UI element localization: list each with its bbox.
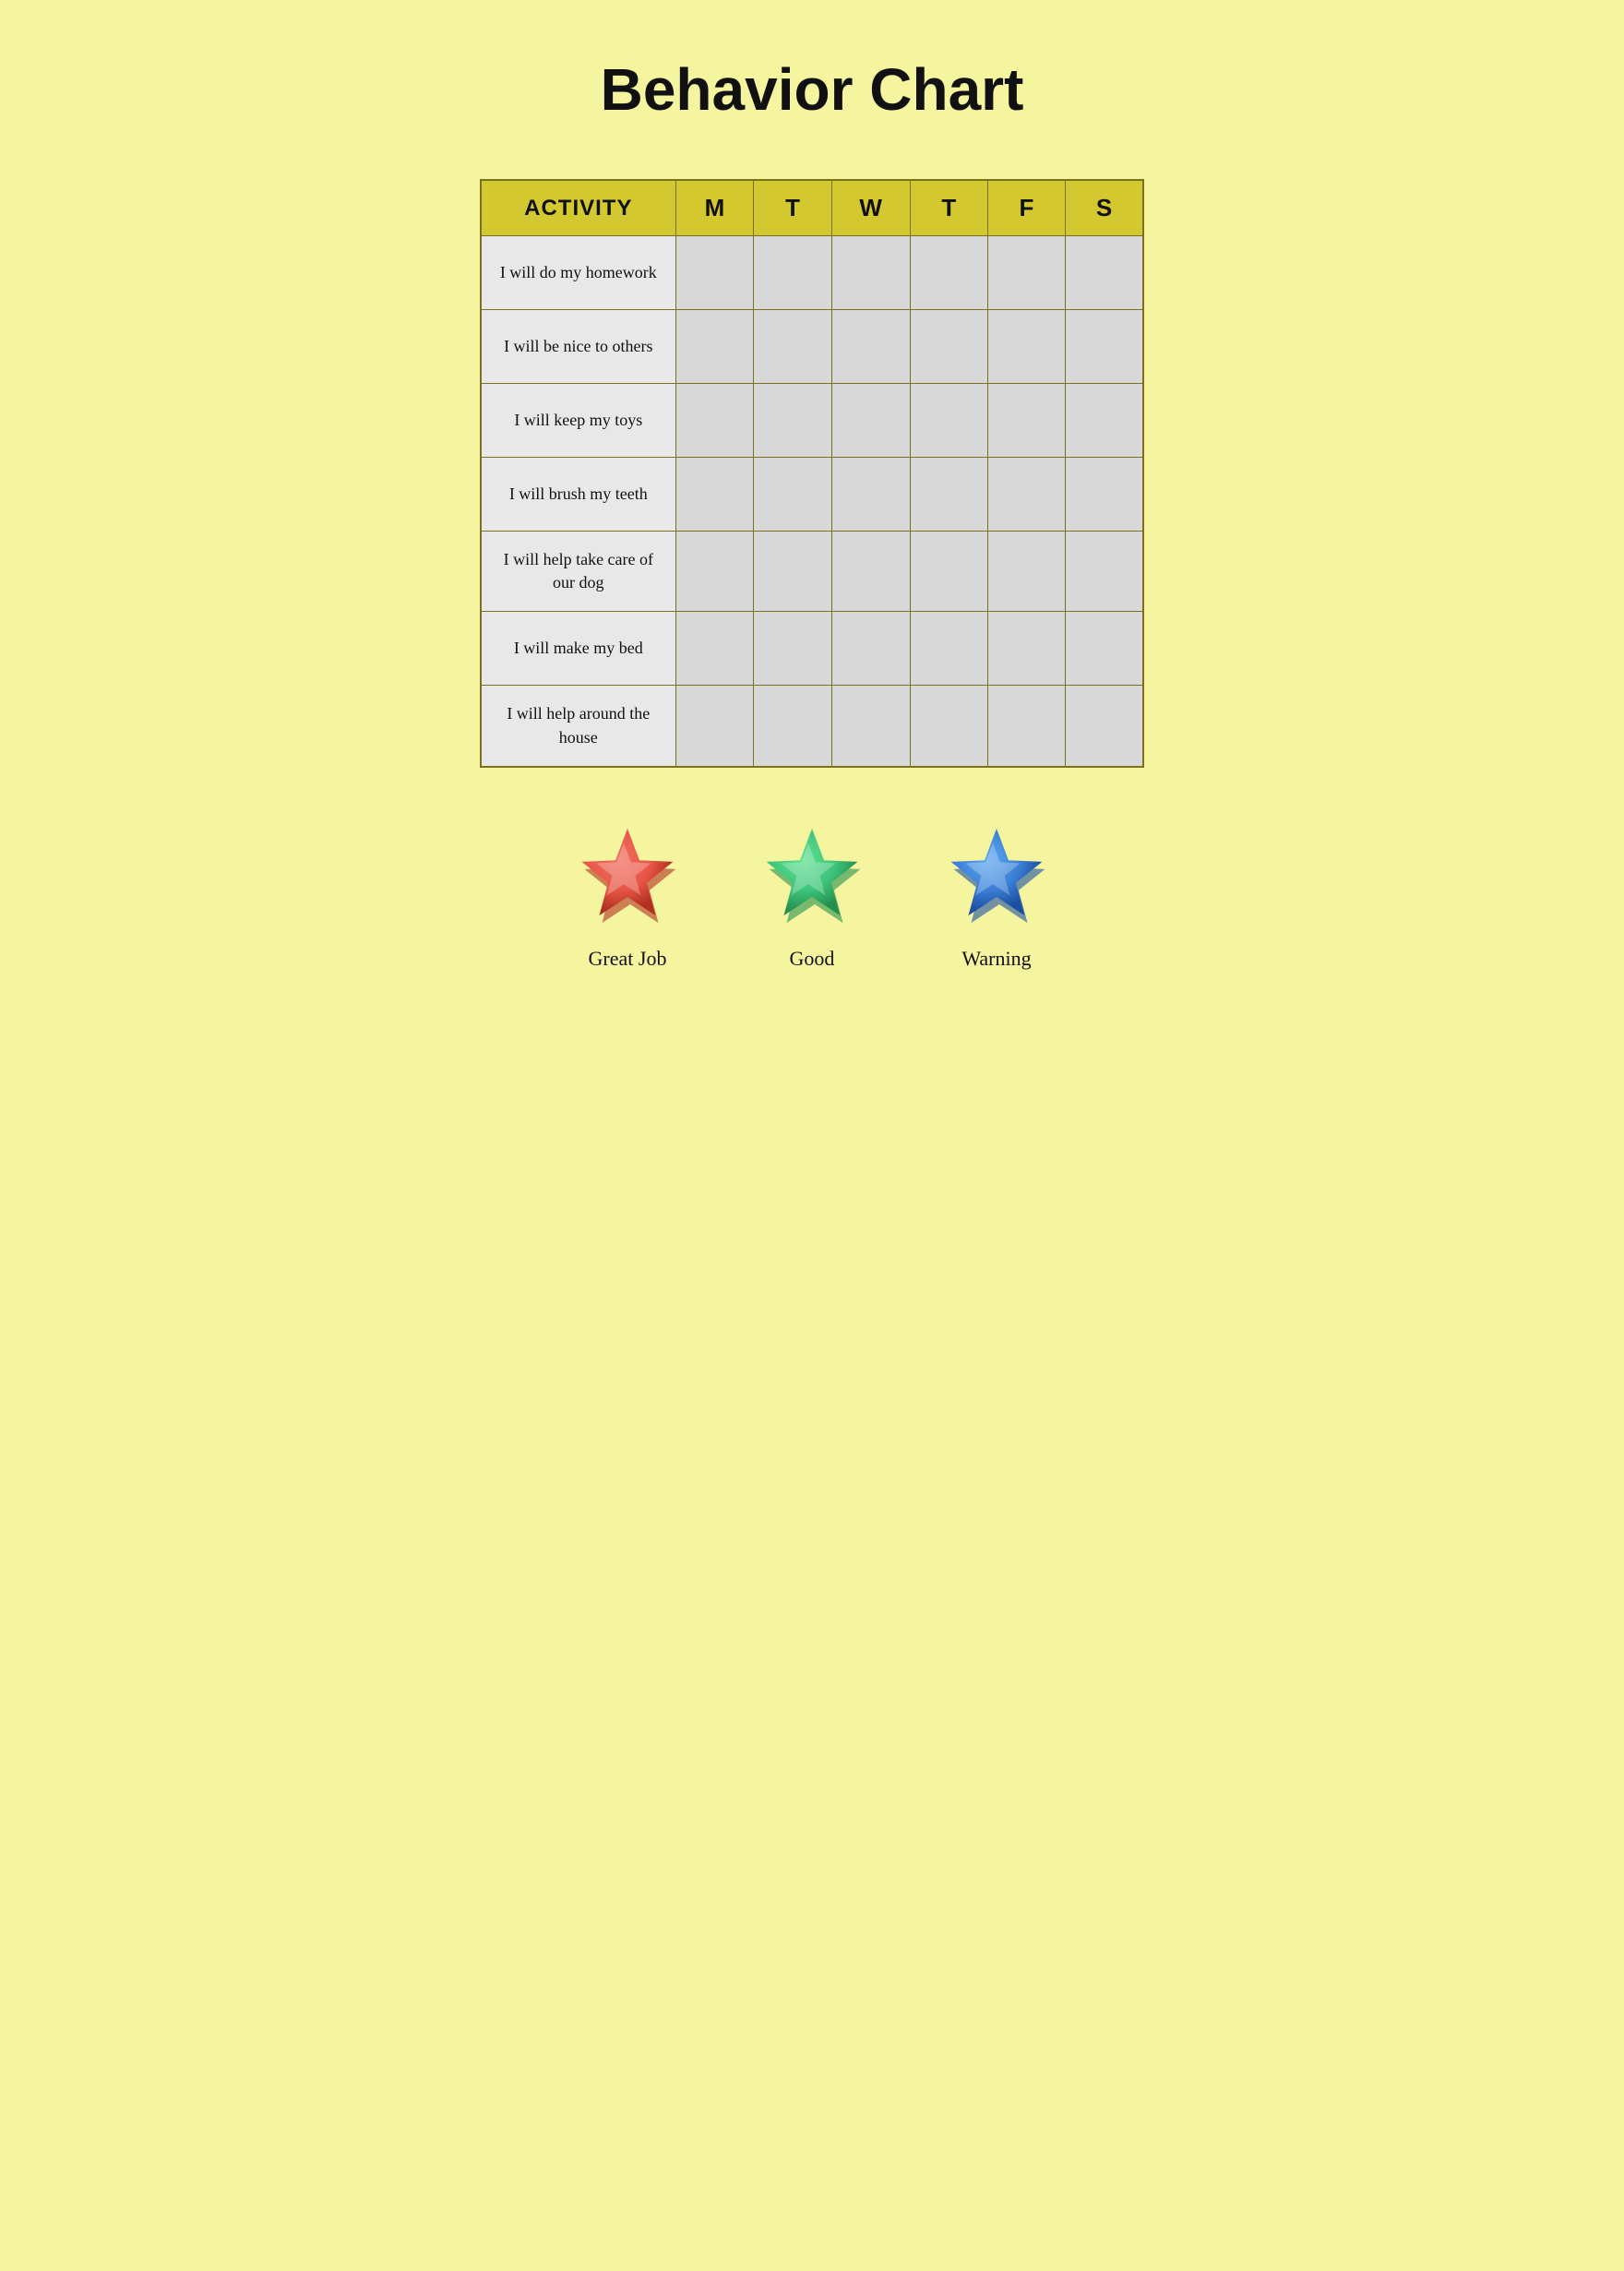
activity-column-header: ACTIVITY xyxy=(481,180,675,236)
day-cell[interactable] xyxy=(675,532,754,612)
page: Behavior Chart ACTIVITY M T W T F S I wi… xyxy=(406,0,1218,1135)
day-cell[interactable] xyxy=(675,236,754,310)
day-cell[interactable] xyxy=(754,686,831,767)
day-header-F: F xyxy=(987,180,1065,236)
day-cell[interactable] xyxy=(910,686,987,767)
day-cell[interactable] xyxy=(754,310,831,384)
table-row: I will help take care of our dog xyxy=(481,532,1143,612)
day-cell[interactable] xyxy=(831,686,910,767)
activity-cell: I will help around the house xyxy=(481,686,675,767)
day-cell[interactable] xyxy=(987,384,1065,458)
day-cell[interactable] xyxy=(831,384,910,458)
day-cell[interactable] xyxy=(831,458,910,532)
day-cell[interactable] xyxy=(754,458,831,532)
day-cell[interactable] xyxy=(754,384,831,458)
page-title: Behavior Chart xyxy=(601,55,1024,124)
day-cell[interactable] xyxy=(910,532,987,612)
table-row: I will help around the house xyxy=(481,686,1143,767)
legend-item-warning: Warning xyxy=(941,823,1052,971)
activity-cell: I will help take care of our dog xyxy=(481,532,675,612)
day-cell[interactable] xyxy=(675,686,754,767)
day-cell[interactable] xyxy=(987,236,1065,310)
day-cell[interactable] xyxy=(831,532,910,612)
legend-label-warning: Warning xyxy=(961,947,1031,971)
table-row: I will make my bed xyxy=(481,612,1143,686)
day-cell[interactable] xyxy=(1066,310,1143,384)
table-row: I will be nice to others xyxy=(481,310,1143,384)
legend: Great Job Good xyxy=(480,823,1144,971)
day-header-T2: T xyxy=(910,180,987,236)
day-cell[interactable] xyxy=(987,612,1065,686)
day-cell[interactable] xyxy=(754,612,831,686)
table-row: I will keep my toys xyxy=(481,384,1143,458)
star-icon-good xyxy=(757,823,867,934)
day-cell[interactable] xyxy=(831,612,910,686)
day-cell[interactable] xyxy=(987,310,1065,384)
day-cell[interactable] xyxy=(987,686,1065,767)
day-header-M: M xyxy=(675,180,754,236)
day-cell[interactable] xyxy=(675,384,754,458)
day-cell[interactable] xyxy=(675,458,754,532)
legend-item-good: Good xyxy=(757,823,867,971)
activity-cell: I will do my homework xyxy=(481,236,675,310)
day-cell[interactable] xyxy=(675,310,754,384)
day-cell[interactable] xyxy=(987,532,1065,612)
day-cell[interactable] xyxy=(675,612,754,686)
activity-cell: I will make my bed xyxy=(481,612,675,686)
star-icon-great-job xyxy=(572,823,683,934)
day-header-W: W xyxy=(831,180,910,236)
activity-cell: I will keep my toys xyxy=(481,384,675,458)
legend-item-great-job: Great Job xyxy=(572,823,683,971)
day-header-T1: T xyxy=(754,180,831,236)
table-row: I will do my homework xyxy=(481,236,1143,310)
table-row: I will brush my teeth xyxy=(481,458,1143,532)
day-cell[interactable] xyxy=(1066,384,1143,458)
day-cell[interactable] xyxy=(1066,686,1143,767)
day-cell[interactable] xyxy=(910,384,987,458)
activity-cell: I will be nice to others xyxy=(481,310,675,384)
day-cell[interactable] xyxy=(1066,612,1143,686)
day-cell[interactable] xyxy=(831,310,910,384)
day-cell[interactable] xyxy=(910,236,987,310)
day-cell[interactable] xyxy=(1066,236,1143,310)
day-cell[interactable] xyxy=(910,458,987,532)
day-cell[interactable] xyxy=(754,532,831,612)
behavior-chart-table: ACTIVITY M T W T F S I will do my homewo… xyxy=(480,179,1144,768)
day-cell[interactable] xyxy=(987,458,1065,532)
legend-label-great-job: Great Job xyxy=(589,947,667,971)
day-cell[interactable] xyxy=(910,310,987,384)
day-cell[interactable] xyxy=(1066,458,1143,532)
day-cell[interactable] xyxy=(910,612,987,686)
table-header-row: ACTIVITY M T W T F S xyxy=(481,180,1143,236)
day-header-S: S xyxy=(1066,180,1143,236)
activity-cell: I will brush my teeth xyxy=(481,458,675,532)
day-cell[interactable] xyxy=(831,236,910,310)
legend-label-good: Good xyxy=(790,947,835,971)
day-cell[interactable] xyxy=(754,236,831,310)
day-cell[interactable] xyxy=(1066,532,1143,612)
star-icon-warning xyxy=(941,823,1052,934)
